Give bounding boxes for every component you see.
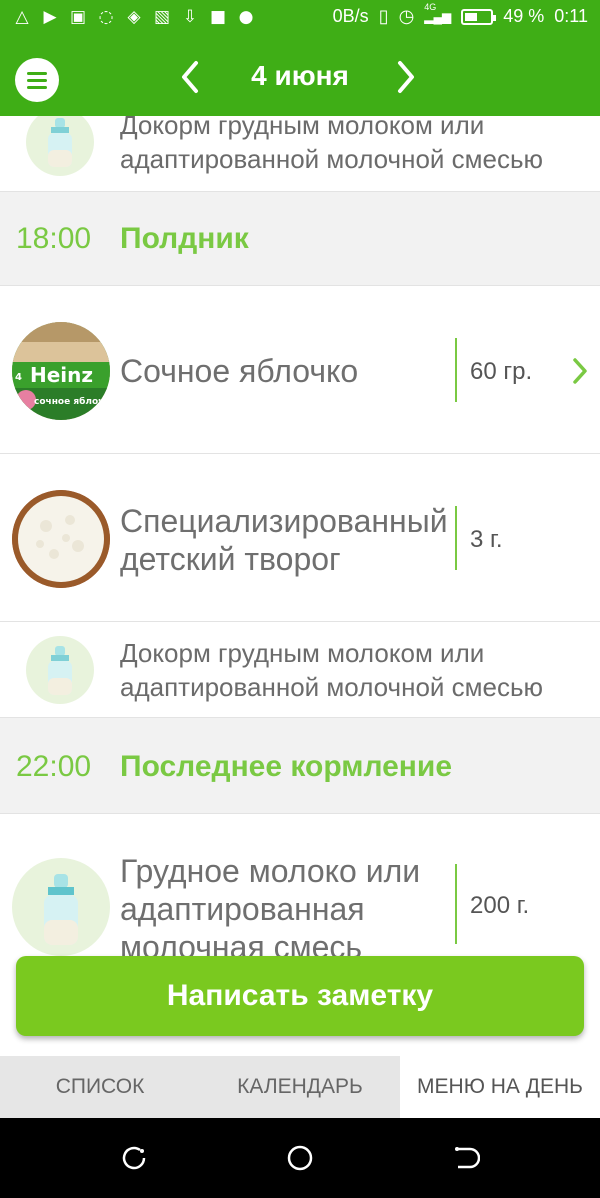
lock-icon: ■: [209, 7, 227, 27]
network-speed: 0B/s: [332, 6, 369, 26]
list-item[interactable]: Докорм грудным молоком или адаптированно…: [0, 622, 600, 718]
list-item[interactable]: Специализированный детский творог 3 г.: [0, 454, 600, 622]
product-name: Специализированный детский творог: [120, 503, 448, 577]
meal-time: 18:00: [16, 222, 92, 255]
baby-bottle-icon: [26, 116, 94, 176]
list-item[interactable]: Докорм грудным молоком или адаптированно…: [0, 116, 600, 192]
bottom-tabs: СПИСОК КАЛЕНДАРЬ МЕНЮ НА ДЕНЬ: [0, 1056, 600, 1118]
menu-icon[interactable]: [15, 58, 59, 102]
home-icon[interactable]: [286, 1144, 314, 1172]
chevron-left-icon[interactable]: [170, 55, 210, 99]
product-name: Грудное молоко или адаптированная молочн…: [120, 853, 421, 965]
network-type: 4G: [424, 1, 437, 12]
list-item[interactable]: Heinz 4 сочное яблочко Сочное яблочко 60…: [0, 286, 600, 454]
meal-time: 22:00: [16, 750, 92, 783]
battery-fill: [465, 12, 478, 21]
cast-icon: ▧: [153, 7, 171, 27]
heinz-age: 4: [15, 372, 22, 383]
chevron-right-icon[interactable]: [568, 356, 592, 386]
note-text: Докорм грудным молоком или адаптированно…: [120, 638, 544, 702]
app-header: 4 июня: [0, 38, 600, 116]
status-bar: △ ▶ ▣ ◌ ◈ ▧ ⇩ ■ ● 0B/s ▯ ◷ 4G ▂▄▆ 49 % 0:…: [0, 0, 600, 38]
baby-bottle-icon: [12, 858, 110, 956]
note-text: Докорм грудным молоком или адаптированно…: [120, 116, 544, 174]
product-name: Сочное яблочко: [120, 353, 359, 389]
youtube-icon: ▶: [43, 7, 57, 27]
tab-list[interactable]: СПИСОК: [0, 1056, 200, 1118]
day-menu-list[interactable]: Докорм грудным молоком или адаптированно…: [0, 116, 600, 1056]
alarm-icon: ◷: [398, 6, 415, 26]
back-icon[interactable]: [452, 1144, 481, 1172]
meal-section-header: 18:00 Полдник: [0, 192, 600, 286]
baby-bottle-icon: [26, 636, 94, 704]
meal-title: Полдник: [120, 222, 249, 255]
heinz-product: сочное яблочко: [34, 396, 110, 407]
product-image: Heinz 4 сочное яблочко: [12, 322, 110, 420]
divider: [455, 864, 457, 944]
download-icon: ⇩: [182, 7, 198, 27]
product-quantity: 3 г.: [470, 526, 503, 553]
system-navigation-bar: [0, 1118, 600, 1198]
divider: [455, 506, 457, 570]
shield-icon: ◈: [127, 7, 141, 27]
product-quantity: 60 гр.: [470, 358, 533, 385]
battery-icon: [461, 8, 497, 25]
recent-apps-icon[interactable]: [120, 1144, 148, 1172]
heinz-brand: Heinz: [30, 363, 93, 387]
product-image: [12, 490, 110, 588]
vibrate-icon: ▯: [378, 6, 389, 26]
meal-section-header: 22:00 Последнее кормление: [0, 718, 600, 814]
tab-day-menu[interactable]: МЕНЮ НА ДЕНЬ: [400, 1056, 600, 1118]
chevron-right-icon[interactable]: [386, 55, 426, 99]
alert-icon: △: [15, 7, 29, 27]
signal-icon: 4G ▂▄▆: [424, 1, 452, 24]
battery-percent: 49 %: [503, 6, 545, 26]
write-note-button[interactable]: Написать заметку: [16, 956, 584, 1036]
dot-icon: ●: [238, 7, 254, 27]
date-title: 4 июня: [251, 60, 349, 91]
clock: 0:11: [554, 6, 588, 26]
meal-title: Последнее кормление: [120, 750, 453, 783]
divider: [455, 338, 457, 402]
gallery-icon: ▣: [69, 7, 87, 27]
product-quantity: 200 г.: [470, 892, 530, 919]
tab-calendar[interactable]: КАЛЕНДАРЬ: [200, 1056, 400, 1118]
chat-icon: ◌: [98, 7, 114, 27]
